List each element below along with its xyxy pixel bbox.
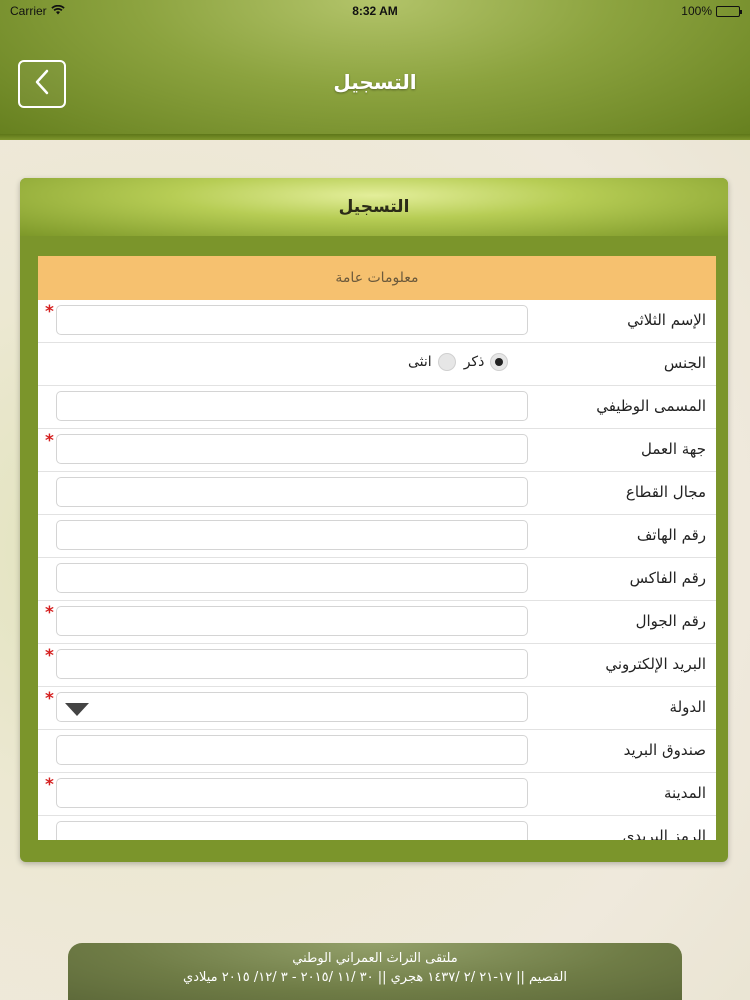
required-asterisk: * [45, 603, 54, 623]
section-header-general-info: معلومات عامة [38, 256, 716, 300]
form-scroll-area[interactable]: معلومات عامة الإسم الثلاثي * الجنس ذكر انثى ا… [38, 256, 716, 840]
required-asterisk: * [45, 775, 54, 795]
form-row: رقم الهاتف [38, 515, 716, 558]
form-row: المسمى الوظيفي [38, 386, 716, 429]
country-select[interactable] [56, 692, 528, 722]
required-asterisk: * [45, 302, 54, 322]
footer-line-1: ملتقى التراث العمراني الوطني [292, 951, 458, 966]
form-rows: الإسم الثلاثي * الجنس ذكر انثى المسمى الوظيفي… [38, 300, 716, 840]
form-row: رقم الجوال * [38, 601, 716, 644]
form-row: جهة العمل * [38, 429, 716, 472]
text-input[interactable] [56, 391, 528, 421]
field-label: رقم الهاتف [636, 526, 706, 544]
radio-option[interactable]: انثى [408, 353, 456, 371]
registration-card: التسجيل معلومات عامة الإسم الثلاثي * الجنس… [20, 178, 728, 862]
field-label: صندوق البريد [623, 741, 706, 759]
card-title: التسجيل [20, 178, 728, 236]
text-input[interactable] [56, 477, 528, 507]
status-bar: Carrier 8:32 AM 100% [0, 0, 750, 22]
field-label: جهة العمل [640, 440, 706, 458]
form-row: المدينة * [38, 773, 716, 816]
form-row: مجال القطاع [38, 472, 716, 515]
form-row: صندوق البريد [38, 730, 716, 773]
text-input[interactable] [56, 735, 528, 765]
field-label: مجال القطاع [625, 483, 706, 501]
required-asterisk: * [45, 646, 54, 666]
field-label: البريد الإلكتروني [605, 655, 706, 673]
page-title: التسجيل [333, 70, 417, 94]
text-input[interactable] [56, 821, 528, 840]
text-input[interactable] [56, 606, 528, 636]
status-left: Carrier [10, 4, 65, 18]
dropdown-arrow-icon[interactable] [65, 703, 89, 716]
radio-option-label: ذكر [463, 354, 485, 370]
battery-percent: 100% [681, 4, 712, 18]
form-row: الدولة * [38, 687, 716, 730]
radio-checked-icon[interactable] [490, 353, 509, 371]
footer-line-2: القصيم || ١٧-٢١ /٢ /١٤٣٧ هجري || ٣٠ /١١ … [183, 970, 567, 985]
field-label: الرمز البريدي [622, 827, 706, 840]
required-asterisk: * [45, 431, 54, 451]
text-input[interactable] [56, 520, 528, 550]
form-row: الجنس ذكر انثى [38, 343, 716, 386]
status-right: 100% [681, 4, 742, 18]
field-label: المسمى الوظيفي [596, 397, 706, 415]
text-input[interactable] [56, 778, 528, 808]
text-input[interactable] [56, 434, 528, 464]
field-label: الدولة [669, 698, 706, 716]
form-row: البريد الإلكتروني * [38, 644, 716, 687]
field-label: الإسم الثلاثي [627, 311, 706, 329]
field-label: رقم الجوال [635, 612, 706, 630]
field-label: الجنس [663, 354, 706, 372]
form-row: الرمز البريدي [38, 816, 716, 840]
field-label: المدينة [663, 784, 706, 802]
battery-icon [716, 5, 742, 17]
wifi-icon [50, 4, 65, 18]
gender-radio-group: ذكر انثى [408, 353, 509, 371]
text-input[interactable] [56, 563, 528, 593]
text-input[interactable] [56, 305, 528, 335]
text-input[interactable] [56, 649, 528, 679]
form-row: رقم الفاكس [38, 558, 716, 601]
clock: 8:32 AM [352, 4, 398, 18]
radio-option-label: انثى [408, 354, 432, 370]
field-label: رقم الفاكس [629, 569, 706, 587]
carrier-label: Carrier [10, 4, 47, 18]
footer-banner: ملتقى التراث العمراني الوطني القصيم || ١… [68, 943, 682, 1000]
form-row: الإسم الثلاثي * [38, 300, 716, 343]
radio-option[interactable]: ذكر [464, 353, 509, 371]
radio-unchecked-icon[interactable] [437, 353, 456, 371]
required-asterisk: * [45, 689, 54, 709]
